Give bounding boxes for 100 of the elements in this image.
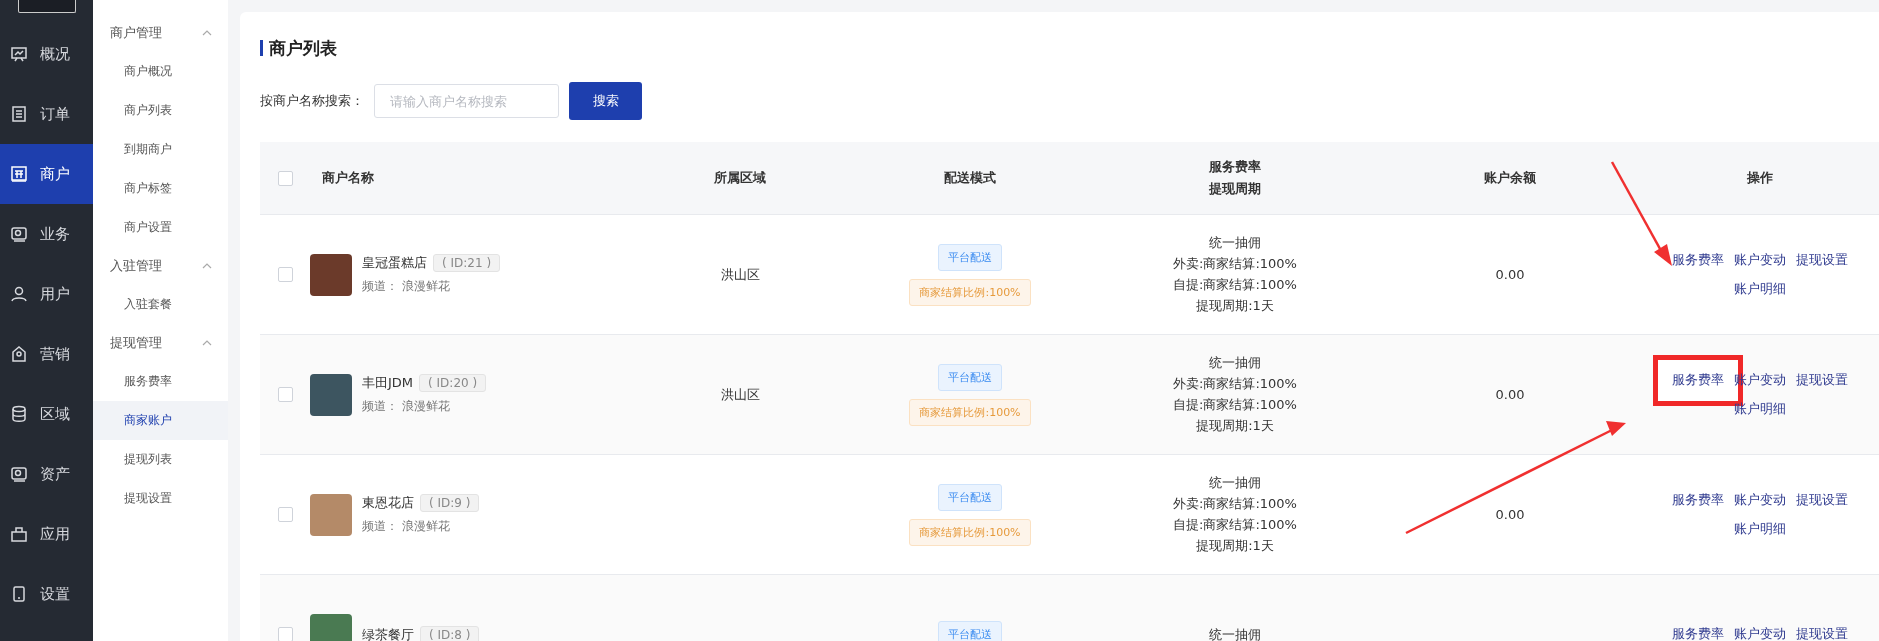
search-label: 按商户名称搜索： <box>260 92 364 110</box>
checkbox[interactable] <box>277 387 293 402</box>
column-header: 操作 <box>1747 169 1773 187</box>
rate-text: 统一抽佣 <box>1209 354 1261 372</box>
badge-icon <box>10 345 28 363</box>
checkbox[interactable] <box>277 170 293 186</box>
menu-group[interactable]: 提现管理 <box>93 324 228 362</box>
checkbox[interactable] <box>277 507 293 522</box>
database-icon <box>10 405 28 423</box>
submenu-item[interactable]: 到期商户 <box>93 130 228 169</box>
id-badge: ( ID:20 ) <box>419 374 487 392</box>
sidebar-item[interactable]: 订单 <box>0 84 93 144</box>
balance-text: 0.00 <box>1495 507 1525 522</box>
sidebar-item[interactable]: 用户 <box>0 264 93 324</box>
submenu-item[interactable]: 服务费率 <box>93 362 228 401</box>
rate-text: 自提:商家结算:100% <box>1173 396 1297 414</box>
delivery-tag: 平台配送 <box>938 243 1002 271</box>
bag-icon <box>10 525 28 543</box>
id-badge: ( ID:21 ) <box>433 254 501 272</box>
balance-text: 0.00 <box>1495 267 1525 282</box>
submenu-item[interactable]: 提现列表 <box>93 440 228 479</box>
store-icon <box>10 165 28 183</box>
channel-text: 频道： 浪漫鲜花 <box>362 518 451 535</box>
column-header: 提现周期 <box>1209 180 1261 198</box>
settlement-tag: 商家结算比例:100% <box>909 398 1031 426</box>
column-header: 配送模式 <box>944 169 996 187</box>
rate-text: 统一抽佣 <box>1209 625 1261 641</box>
column-header: 服务费率 <box>1209 158 1261 176</box>
merchant-name: 東恩花店 <box>362 494 414 512</box>
chevron-icon <box>202 30 212 36</box>
submenu-item[interactable]: 商户设置 <box>93 208 228 247</box>
action-link[interactable]: 提现设置 <box>1796 251 1848 269</box>
submenu-item[interactable]: 商户列表 <box>93 91 228 130</box>
submenu-item[interactable]: 商家账户 <box>93 401 228 440</box>
sidebar-item[interactable]: 应用 <box>0 504 93 564</box>
action-link[interactable]: 服务费率 <box>1672 251 1724 269</box>
sidebar-item[interactable]: 营销 <box>0 324 93 384</box>
search-button[interactable]: 搜索 <box>569 82 642 120</box>
settlement-tag: 商家结算比例:100% <box>909 518 1031 546</box>
sidebar-item[interactable]: 设置 <box>0 564 93 624</box>
submenu-item[interactable]: 入驻套餐 <box>93 285 228 324</box>
action-link[interactable]: 账户变动 <box>1734 251 1786 269</box>
action-link[interactable]: 提现设置 <box>1796 626 1848 641</box>
menu-group[interactable]: 商户管理 <box>93 14 228 52</box>
region-text: 洪山区 <box>720 265 760 284</box>
balance-text: 0.00 <box>1495 387 1525 402</box>
user-icon <box>10 285 28 303</box>
id-badge: ( ID:8 ) <box>420 625 480 641</box>
action-link[interactable]: 服务费率 <box>1672 491 1724 509</box>
checkbox[interactable] <box>277 627 293 641</box>
action-link[interactable]: 服务费率 <box>1672 626 1724 641</box>
delivery-tag: 平台配送 <box>938 621 1002 641</box>
merchant-name: 皇冠蛋糕店 <box>362 254 427 272</box>
action-link[interactable]: 账户变动 <box>1734 626 1786 641</box>
submenu-item[interactable]: 商户标签 <box>93 169 228 208</box>
sidebar-item[interactable]: 资产 <box>0 444 93 504</box>
sidebar-item[interactable]: 概况 <box>0 24 93 84</box>
action-link[interactable]: 账户明细 <box>1734 520 1786 538</box>
rate-text: 提现周期:1天 <box>1196 417 1274 435</box>
action-link[interactable]: 账户明细 <box>1734 280 1786 298</box>
rate-text: 提现周期:1天 <box>1196 537 1274 555</box>
channel-text: 频道： 浪漫鲜花 <box>362 398 451 415</box>
delivery-tag: 平台配送 <box>938 363 1002 391</box>
rate-text: 自提:商家结算:100% <box>1173 276 1297 294</box>
action-link[interactable]: 账户变动 <box>1734 491 1786 509</box>
submenu-item[interactable]: 商户概况 <box>93 52 228 91</box>
sidebar-item[interactable]: 区域 <box>0 384 93 444</box>
chevron-icon <box>202 340 212 346</box>
rate-text: 提现周期:1天 <box>1196 297 1274 315</box>
page-title: 商户列表 <box>260 40 1879 56</box>
search-field[interactable]: 请输入商户名称搜索 <box>374 84 559 118</box>
chart-board-icon <box>10 45 28 63</box>
photo-placeholder <box>310 373 352 416</box>
action-link[interactable]: 提现设置 <box>1796 491 1848 509</box>
column-header: 所属区域 <box>714 169 766 187</box>
chevron-icon <box>202 263 212 269</box>
menu-group[interactable]: 入驻管理 <box>93 247 228 285</box>
action-link[interactable]: 提现设置 <box>1796 371 1848 389</box>
photo-placeholder <box>310 253 352 296</box>
rate-text: 外卖:商家结算:100% <box>1173 375 1297 393</box>
phone-icon <box>10 585 28 603</box>
card-icon <box>10 225 28 243</box>
rate-text: 外卖:商家结算:100% <box>1173 495 1297 513</box>
merchant-name: 绿茶餐厅 <box>362 625 414 641</box>
merchant-name: 丰田JDM <box>362 374 414 392</box>
sidebar-item[interactable]: 业务 <box>0 204 93 264</box>
column-header: 商户名称 <box>322 169 374 187</box>
document-icon <box>10 105 28 123</box>
channel-text: 频道： 浪漫鲜花 <box>362 278 451 295</box>
settlement-tag: 商家结算比例:100% <box>909 278 1031 306</box>
checkbox[interactable] <box>277 267 293 282</box>
rate-text: 外卖:商家结算:100% <box>1173 255 1297 273</box>
submenu-item[interactable]: 提现设置 <box>93 479 228 518</box>
sidebar-item[interactable]: 商户 <box>0 144 93 204</box>
rate-text: 统一抽佣 <box>1209 234 1261 252</box>
region-text: 洪山区 <box>720 385 760 404</box>
id-badge: ( ID:9 ) <box>420 494 480 512</box>
photo-placeholder <box>310 493 352 536</box>
rate-text: 自提:商家结算:100% <box>1173 516 1297 534</box>
delivery-tag: 平台配送 <box>938 483 1002 511</box>
